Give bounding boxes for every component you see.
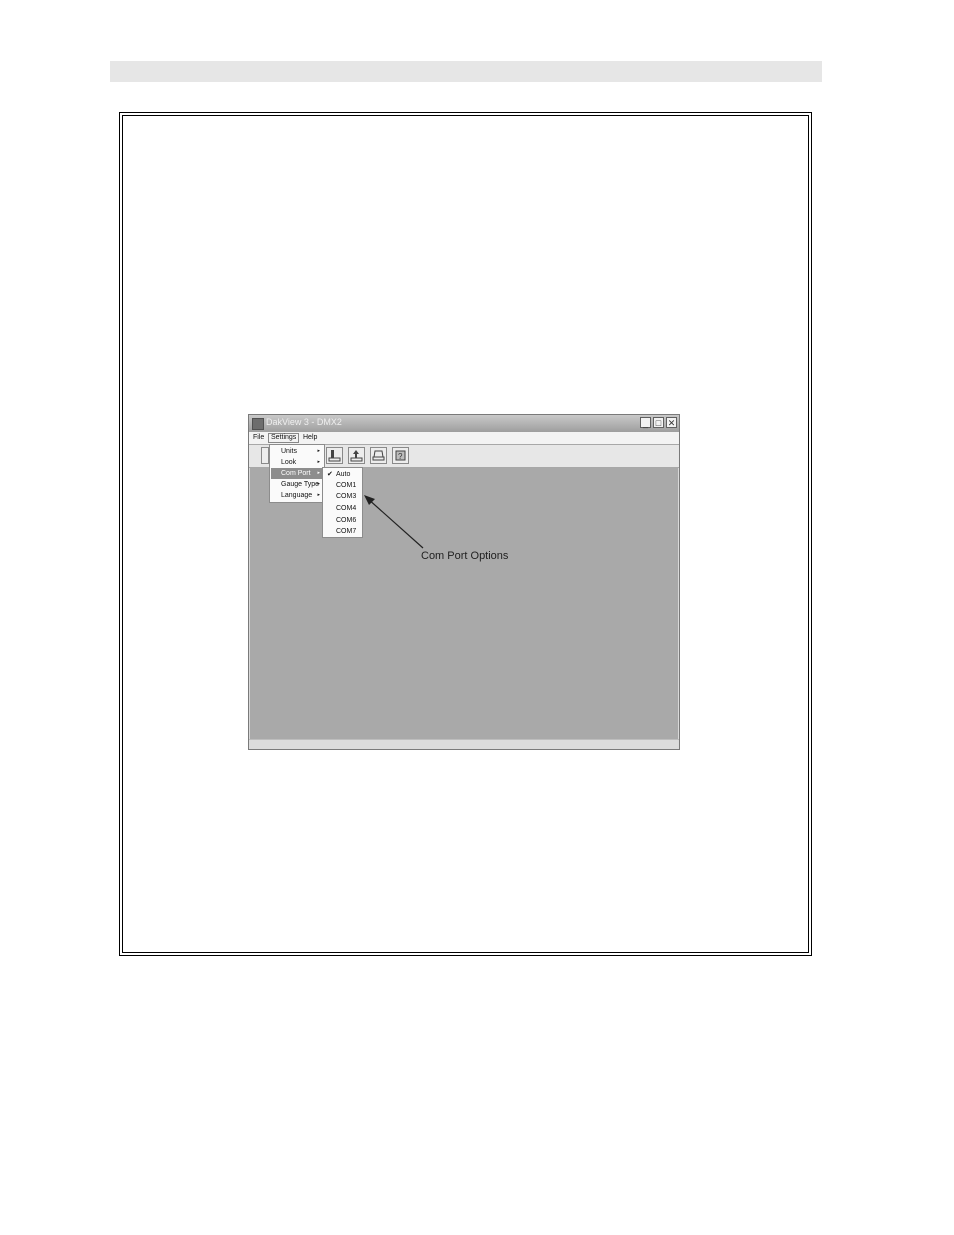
annotation-label: Com Port Options: [421, 550, 509, 562]
annotation-arrow: [364, 495, 424, 549]
